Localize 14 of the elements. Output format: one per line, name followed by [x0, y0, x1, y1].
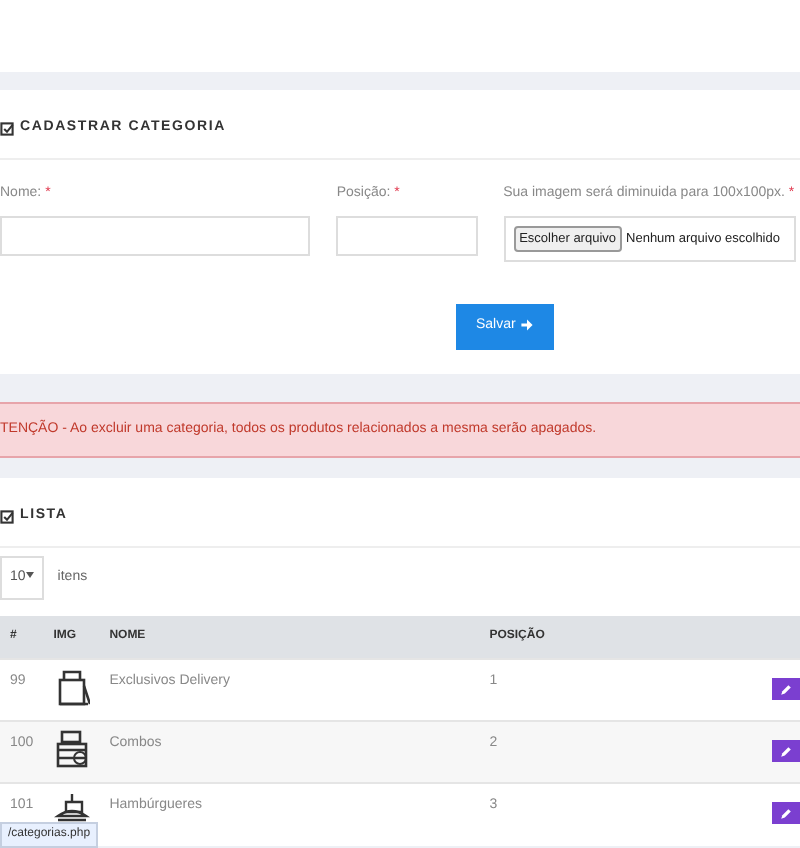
pencil-icon [780, 745, 792, 757]
checkbox-icon [0, 121, 14, 136]
food-box-icon [53, 730, 90, 768]
input-field[interactable] [0, 216, 311, 256]
edit-button[interactable] [772, 678, 800, 700]
bag-icon [53, 668, 90, 706]
pencil-icon [780, 807, 792, 819]
caret-icon [25, 572, 34, 579]
edit-button[interactable] [772, 802, 800, 824]
edit-button[interactable] [772, 740, 800, 762]
checkbox-icon [0, 509, 14, 524]
pencil-icon [780, 683, 792, 695]
arrow-right-icon [519, 317, 534, 332]
input-field[interactable] [336, 216, 478, 256]
